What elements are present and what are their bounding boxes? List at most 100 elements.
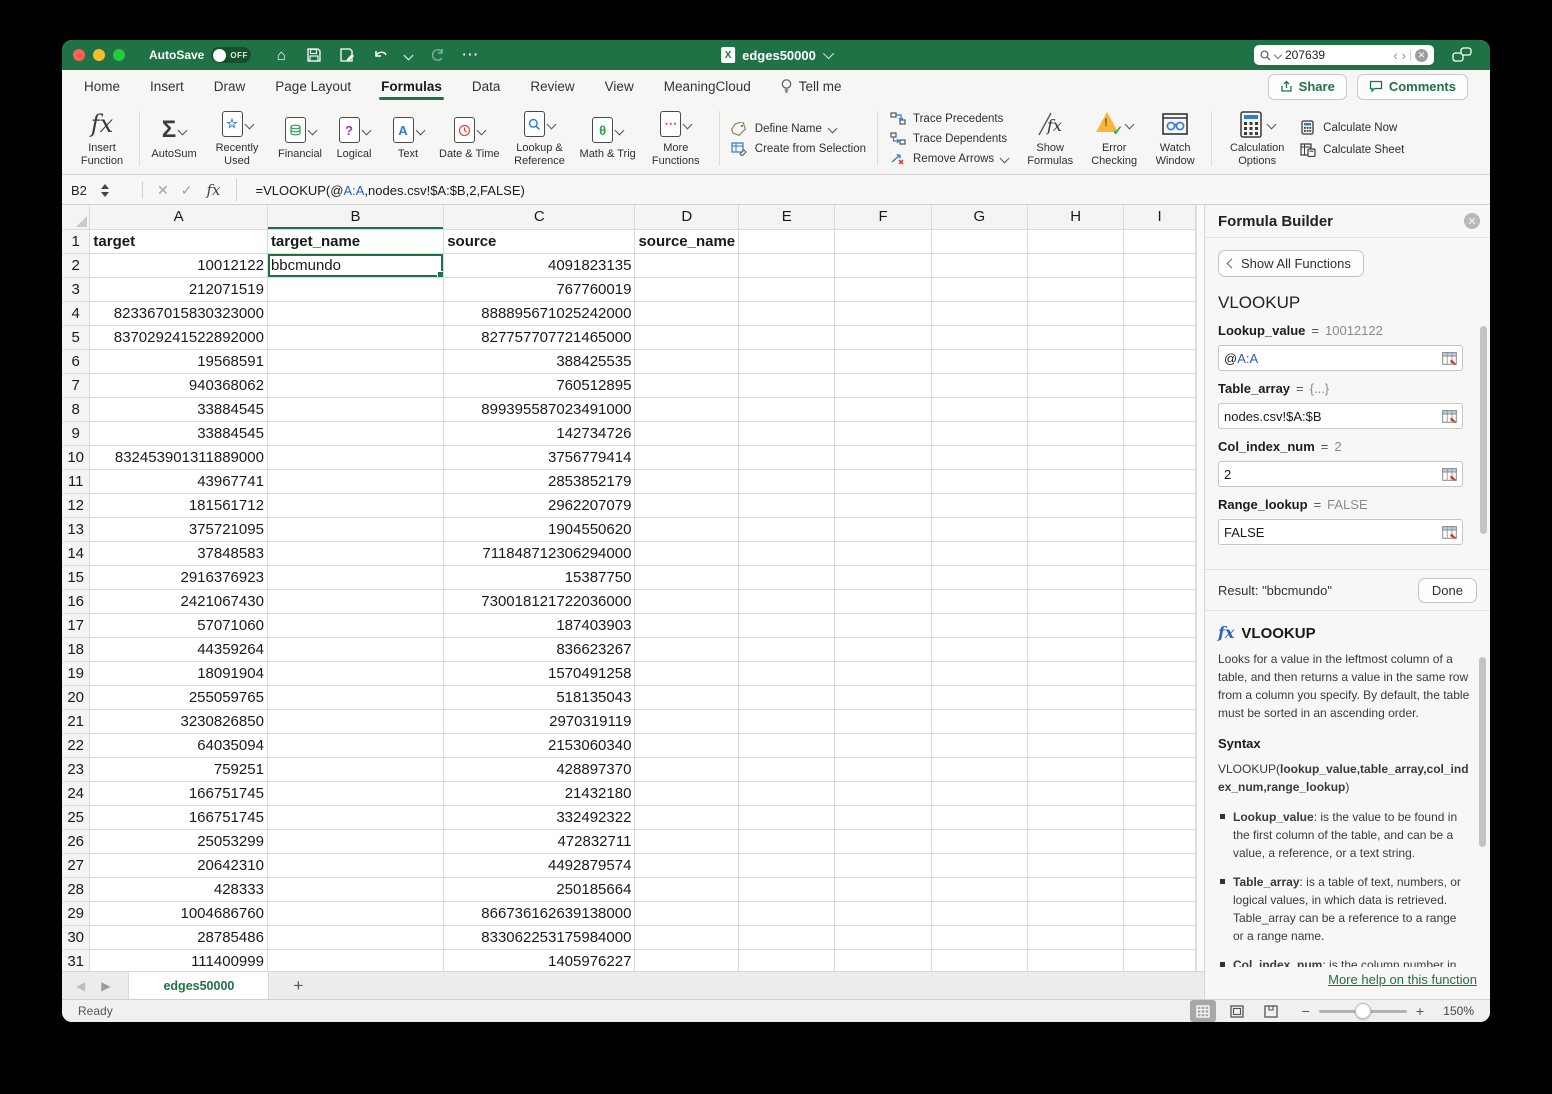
cell-B3[interactable] xyxy=(267,277,443,301)
cell-I12[interactable] xyxy=(1124,493,1196,517)
cell-C28[interactable]: 250185664 xyxy=(444,877,635,901)
cell-E11[interactable] xyxy=(739,469,835,493)
cell-F7[interactable] xyxy=(835,373,931,397)
cell-C17[interactable]: 187403903 xyxy=(444,613,635,637)
watch-window-button[interactable]: Watch Window xyxy=(1146,110,1204,167)
cell-B4[interactable] xyxy=(267,301,443,325)
cell-D19[interactable] xyxy=(635,661,739,685)
ribbon-tab-review[interactable]: Review xyxy=(530,70,574,103)
cell-I13[interactable] xyxy=(1124,517,1196,541)
cell-A2[interactable]: 10012122 xyxy=(90,253,268,277)
cell-A21[interactable]: 3230826850 xyxy=(90,709,268,733)
cell-D3[interactable] xyxy=(635,277,739,301)
cell-E30[interactable] xyxy=(739,925,835,949)
cell-B12[interactable] xyxy=(267,493,443,517)
cell-E19[interactable] xyxy=(739,661,835,685)
cell-F13[interactable] xyxy=(835,517,931,541)
column-header-F[interactable]: F xyxy=(835,205,931,229)
cell-E22[interactable] xyxy=(739,733,835,757)
cell-H25[interactable] xyxy=(1027,805,1123,829)
row-header-18[interactable]: 18 xyxy=(62,637,90,661)
cell-G5[interactable] xyxy=(931,325,1027,349)
cell-G17[interactable] xyxy=(931,613,1027,637)
cell-B15[interactable] xyxy=(267,565,443,589)
lookup-reference-button[interactable]: Lookup & Reference xyxy=(504,110,576,167)
more-functions-button[interactable]: ⋯More Functions xyxy=(640,110,712,167)
math-trig-button[interactable]: θMath & Trig xyxy=(576,110,640,167)
cell-B28[interactable] xyxy=(267,877,443,901)
done-button[interactable]: Done xyxy=(1418,578,1477,603)
show-all-functions-button[interactable]: Show All Functions xyxy=(1218,250,1364,277)
cell-I8[interactable] xyxy=(1124,397,1196,421)
cell-I2[interactable] xyxy=(1124,253,1196,277)
minimize-window-button[interactable] xyxy=(93,49,105,61)
row-header-21[interactable]: 21 xyxy=(62,709,90,733)
cell-C26[interactable]: 472832711 xyxy=(444,829,635,853)
normal-view-button[interactable] xyxy=(1190,1000,1216,1022)
cell-C14[interactable]: 711848712306294000 xyxy=(444,541,635,565)
cell-C30[interactable]: 833062253175984000 xyxy=(444,925,635,949)
cell-A8[interactable]: 33884545 xyxy=(90,397,268,421)
docs-scrollbar[interactable] xyxy=(1479,657,1486,847)
insert-function-button[interactable]: fx Insert Function xyxy=(72,110,132,167)
cell-F4[interactable] xyxy=(835,301,931,325)
cell-I25[interactable] xyxy=(1124,805,1196,829)
cell-I20[interactable] xyxy=(1124,685,1196,709)
cell-F20[interactable] xyxy=(835,685,931,709)
cell-C21[interactable]: 2970319119 xyxy=(444,709,635,733)
cell-E7[interactable] xyxy=(739,373,835,397)
cell-G30[interactable] xyxy=(931,925,1027,949)
cell-G14[interactable] xyxy=(931,541,1027,565)
cell-C25[interactable]: 332492322 xyxy=(444,805,635,829)
zoom-in-button[interactable]: + xyxy=(1416,1003,1424,1019)
cell-G21[interactable] xyxy=(931,709,1027,733)
row-header-7[interactable]: 7 xyxy=(62,373,90,397)
close-window-button[interactable] xyxy=(73,49,85,61)
cell-I3[interactable] xyxy=(1124,277,1196,301)
cell-G26[interactable] xyxy=(931,829,1027,853)
recently-used-button[interactable]: ☆Recently Used xyxy=(201,110,273,167)
cell-A9[interactable]: 33884545 xyxy=(90,421,268,445)
cell-B7[interactable] xyxy=(267,373,443,397)
cell-B24[interactable] xyxy=(267,781,443,805)
cell-A19[interactable]: 18091904 xyxy=(90,661,268,685)
enter-icon[interactable]: ✓ xyxy=(181,182,193,199)
cell-C3[interactable]: 767760019 xyxy=(444,277,635,301)
cell-I21[interactable] xyxy=(1124,709,1196,733)
zoom-window-button[interactable] xyxy=(113,49,125,61)
cell-G9[interactable] xyxy=(931,421,1027,445)
cell-A23[interactable]: 759251 xyxy=(90,757,268,781)
cell-I17[interactable] xyxy=(1124,613,1196,637)
comments-button[interactable]: Comments xyxy=(1357,74,1468,100)
column-header-D[interactable]: D xyxy=(635,205,739,229)
cell-I30[interactable] xyxy=(1124,925,1196,949)
cell-I31[interactable] xyxy=(1124,949,1196,971)
cell-A10[interactable]: 832453901311889000 xyxy=(90,445,268,469)
cell-A1[interactable]: target xyxy=(90,229,268,253)
cell-G24[interactable] xyxy=(931,781,1027,805)
cell-E15[interactable] xyxy=(739,565,835,589)
cell-A15[interactable]: 2916376923 xyxy=(90,565,268,589)
cell-B31[interactable] xyxy=(267,949,443,971)
row-header-17[interactable]: 17 xyxy=(62,613,90,637)
cell-C27[interactable]: 4492879574 xyxy=(444,853,635,877)
cell-G2[interactable] xyxy=(931,253,1027,277)
row-header-31[interactable]: 31 xyxy=(62,949,90,971)
cell-F27[interactable] xyxy=(835,853,931,877)
cell-E6[interactable] xyxy=(739,349,835,373)
clear-search-button[interactable]: ✕ xyxy=(1415,49,1428,62)
cell-D7[interactable] xyxy=(635,373,739,397)
save-as-icon[interactable] xyxy=(339,47,355,63)
cell-F12[interactable] xyxy=(835,493,931,517)
cell-D25[interactable] xyxy=(635,805,739,829)
cell-H17[interactable] xyxy=(1027,613,1123,637)
row-header-16[interactable]: 16 xyxy=(62,589,90,613)
args-scrollbar[interactable] xyxy=(1480,326,1487,534)
cell-H27[interactable] xyxy=(1027,853,1123,877)
cell-H4[interactable] xyxy=(1027,301,1123,325)
cell-C29[interactable]: 866736162639138000 xyxy=(444,901,635,925)
cell-C12[interactable]: 2962207079 xyxy=(444,493,635,517)
ribbon-tab-view[interactable]: View xyxy=(605,70,634,103)
cell-D23[interactable] xyxy=(635,757,739,781)
cell-D13[interactable] xyxy=(635,517,739,541)
